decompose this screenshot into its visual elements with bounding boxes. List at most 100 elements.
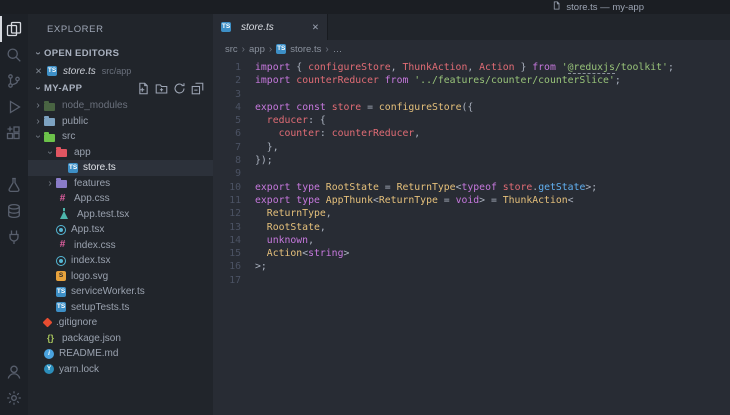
new-folder-icon[interactable] — [155, 82, 168, 95]
breadcrumb-label: app — [249, 43, 265, 55]
editor-group: TS store.ts ✕ src › app › TS store.ts ›… 1 impo… — [213, 14, 730, 415]
line-number: 11 — [229, 194, 241, 206]
breadcrumbs: src › app › TS store.ts ›… — [213, 40, 730, 58]
tree-item-app-css[interactable]: # App.css — [28, 191, 213, 207]
react-file-icon — [56, 224, 66, 235]
tree-item-label: node_modules — [62, 100, 128, 112]
tree-item-node-modules[interactable]: › node_modules — [28, 98, 213, 114]
run-debug-icon[interactable] — [0, 94, 28, 120]
tree-item-app[interactable]: › app — [28, 145, 213, 161]
line-number: 17 — [229, 274, 241, 286]
project-name-label: MY-APP — [44, 83, 83, 94]
plug-icon[interactable] — [0, 224, 28, 250]
tree-item-label: public — [62, 115, 89, 127]
test-flask-icon[interactable] — [0, 172, 28, 198]
typescript-icon: TS — [221, 22, 231, 32]
breadcrumb-separator: › — [325, 43, 329, 55]
window-title: store.ts — my-app — [566, 1, 644, 13]
code-line: 4 export const store = configureStore({ — [213, 101, 730, 114]
folder-icon — [44, 116, 55, 127]
breadcrumb-app[interactable]: app — [249, 44, 265, 55]
breadcrumb-separator: › — [268, 43, 273, 55]
tree-item-features[interactable]: › features — [28, 176, 213, 192]
breadcrumb-label: store.ts — [290, 43, 322, 55]
open-editors-label: OPEN EDITORS — [44, 48, 120, 59]
tree-item-app-tsx[interactable]: App.tsx — [28, 222, 213, 238]
explorer-sidebar: EXPLORER › OPEN EDITORS ✕ TS store.ts sr… — [28, 14, 213, 415]
line-number: 2 — [235, 75, 241, 87]
tab-close-icon[interactable]: ✕ — [312, 22, 319, 33]
css-file-icon: # — [59, 239, 66, 251]
activity-bar-spacer — [0, 250, 28, 359]
tree-item-index-css[interactable]: # index.css — [28, 238, 213, 254]
open-editor-item[interactable]: ✕ TS store.ts src/app — [28, 63, 213, 79]
activity-bar — [0, 14, 28, 415]
close-icon[interactable]: ✕ — [35, 66, 47, 77]
ts-file-icon: TS — [56, 302, 66, 313]
code-line-content: RootState, — [266, 221, 326, 233]
settings-gear-icon[interactable] — [0, 385, 28, 411]
tree-item-gitignore[interactable]: .gitignore — [28, 315, 213, 331]
tree-item-label: README.md — [59, 348, 119, 360]
code-line: 1 import { configureStore, ThunkAction, A… — [213, 61, 730, 74]
tree-item-index-tsx[interactable]: index.tsx — [28, 253, 213, 269]
search-icon[interactable] — [0, 42, 28, 68]
typescript-icon: TS — [47, 66, 57, 76]
open-editors-header[interactable]: › OPEN EDITORS — [28, 44, 213, 63]
code-line: 16 >; — [213, 260, 730, 273]
tree-item-label: App.css — [74, 193, 110, 205]
code-line-content: import counterReducer from '../features/… — [255, 75, 621, 87]
project-section-header[interactable]: › MY-APP — [28, 79, 213, 98]
file-tree: › node_modules › public › src › app TS store.ts › f… — [28, 98, 213, 415]
tree-item-store-ts[interactable]: TS store.ts — [28, 160, 213, 176]
flask-file-icon — [60, 208, 68, 220]
tree-item-serviceworker-ts[interactable]: TS serviceWorker.ts — [28, 284, 213, 300]
line-number: 9 — [235, 168, 241, 180]
tab-bar: TS store.ts ✕ — [213, 14, 730, 40]
code-line-content: >; — [255, 261, 267, 273]
tree-item-public[interactable]: › public — [28, 114, 213, 130]
open-editor-label: store.ts — [63, 65, 96, 77]
folder-icon — [44, 100, 55, 111]
code-line-content: ReturnType, — [266, 208, 332, 220]
breadcrumb-src[interactable]: src — [225, 44, 238, 55]
tree-item-yarn-lock[interactable]: Yyarn.lock — [28, 362, 213, 378]
code-line-content — [255, 167, 730, 180]
chevron-down-icon[interactable]: › — [45, 146, 56, 158]
tree-item-package-json[interactable]: {} package.json — [28, 331, 213, 347]
collapse-all-icon[interactable] — [191, 82, 204, 95]
tree-item-label: src — [62, 131, 76, 143]
line-number: 16 — [229, 261, 241, 273]
code-line-content: }); — [255, 155, 273, 167]
code-line: 2 import counterReducer from '../features… — [213, 74, 730, 87]
activity-bar-bottom — [0, 359, 28, 411]
activity-bar-top — [0, 16, 28, 146]
chevron-down-icon[interactable]: › — [33, 131, 44, 143]
tree-item-readme-md[interactable]: i README.md — [28, 346, 213, 362]
source-control-icon[interactable] — [0, 68, 28, 94]
refresh-icon[interactable] — [173, 82, 186, 95]
chevron-right-icon[interactable]: › — [32, 100, 44, 111]
breadcrumb-store-ts[interactable]: TS store.ts — [276, 44, 321, 55]
explorer-icon[interactable] — [0, 16, 28, 42]
readme-file-icon: i — [44, 348, 54, 359]
tree-item-app-test-tsx[interactable]: App.test.tsx — [28, 207, 213, 223]
tree-item-src[interactable]: › src — [28, 129, 213, 145]
tab-store-ts[interactable]: TS store.ts ✕ — [213, 14, 328, 40]
tree-item-logo-svg[interactable]: Slogo.svg — [28, 269, 213, 285]
code-editor[interactable]: 1 import { configureStore, ThunkAction, A… — [213, 58, 730, 415]
tree-item-label: features — [74, 177, 111, 189]
new-file-icon[interactable] — [137, 82, 150, 95]
yarn-file-icon: Y — [44, 364, 54, 375]
account-icon[interactable] — [0, 359, 28, 385]
tree-item-setuptests-ts[interactable]: TS setupTests.ts — [28, 300, 213, 316]
database-icon[interactable] — [0, 198, 28, 224]
ts-file-icon: TS — [68, 162, 78, 173]
chevron-right-icon[interactable]: › — [32, 116, 44, 127]
extensions-icon[interactable] — [0, 120, 28, 146]
line-number: 5 — [235, 115, 241, 127]
react-file-icon — [56, 255, 66, 266]
code-line: 17 — [213, 274, 730, 287]
breadcrumb-symbols[interactable]: … — [333, 44, 343, 55]
chevron-right-icon[interactable]: › — [44, 178, 56, 189]
